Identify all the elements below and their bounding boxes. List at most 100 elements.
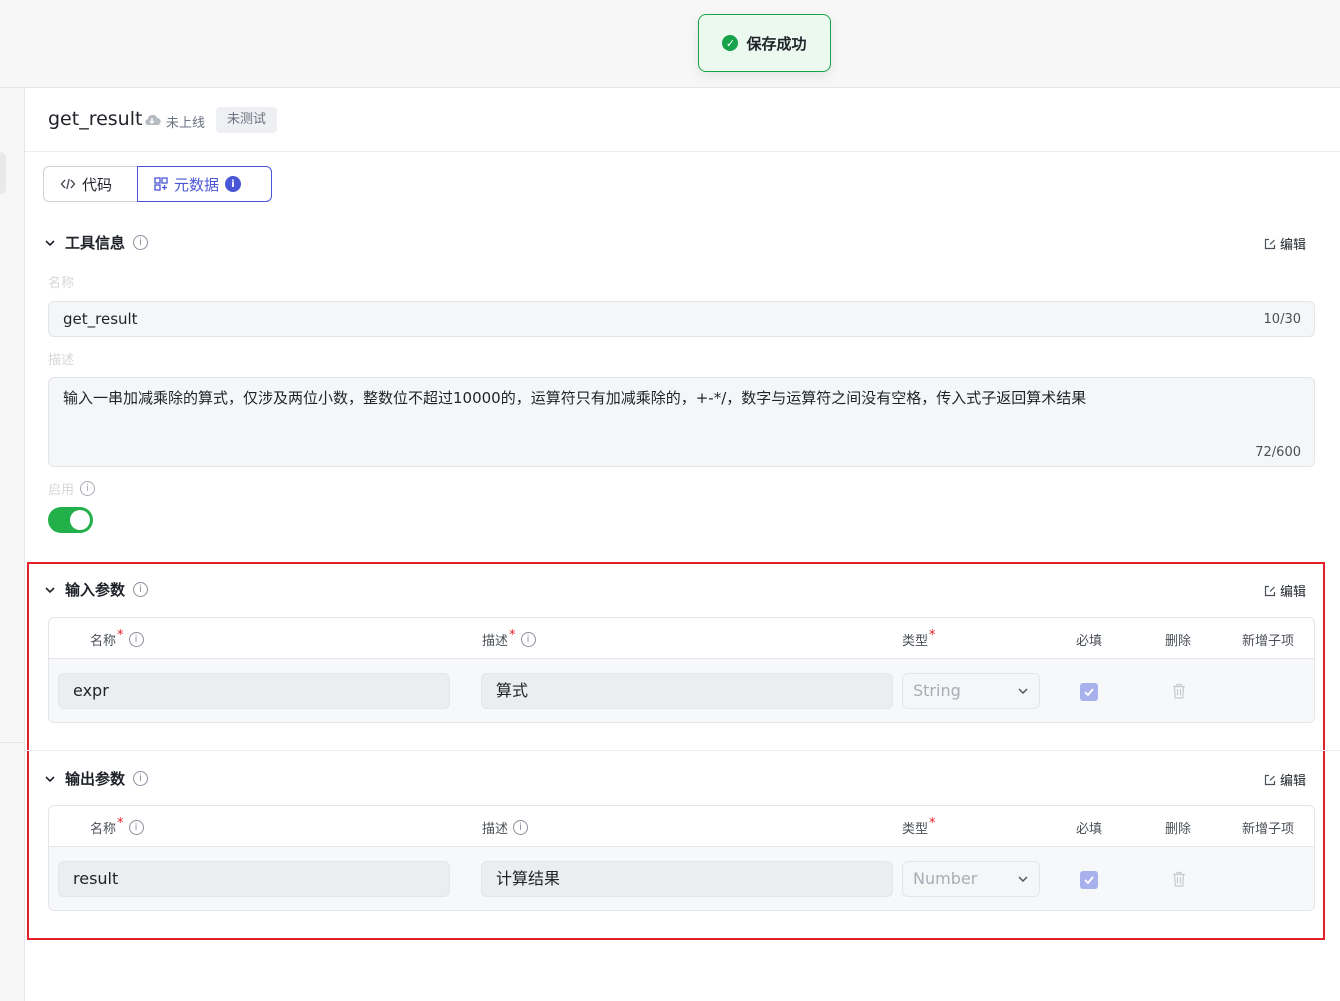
table-header: 名称 * i 描述 i 类型 * 必填 删除 新增子项 [49,806,1314,847]
name-char-count: 10/30 [1263,312,1301,327]
enable-toggle[interactable] [48,507,93,533]
name-value: get_result [63,310,138,328]
tab-metadata[interactable]: 元数据 i [137,166,272,202]
section-divider [25,750,1340,751]
edit-input-params-button[interactable]: 编辑 [1264,581,1306,600]
table-header: 名称 * i 描述 * i 类型 * 必填 删除 新增子项 [49,618,1314,659]
required-checkbox[interactable] [1080,871,1098,889]
toast-message: 保存成功 [746,34,807,53]
code-icon [60,178,76,190]
param-type-select[interactable]: String [902,673,1040,709]
info-icon: i [80,481,96,496]
edit-label: 编辑 [1279,585,1306,600]
edit-label: 编辑 [1279,774,1306,789]
success-toast: ✓ 保存成功 [698,14,831,72]
param-desc-input[interactable]: 算式 [481,673,893,709]
col-type-label: 类型 [902,822,929,837]
output-params-header[interactable]: 输出参数 i [43,768,149,789]
input-params-header[interactable]: 输入参数 i [43,579,149,600]
col-name-label: 名称 [90,822,117,837]
param-name-input[interactable]: result [58,861,450,897]
required-mark: * [929,816,936,831]
enable-label-row: 启用 i [48,479,96,498]
edit-tool-info-button[interactable]: 编辑 [1264,234,1306,253]
tool-header: get_result 未上线 未测试 [25,88,1340,152]
chevron-down-icon [1018,876,1028,882]
param-type-value: Number [913,869,978,888]
enable-label: 启用 [48,483,75,498]
edit-output-params-button[interactable]: 编辑 [1264,770,1306,789]
chevron-down-icon[interactable] [43,772,57,786]
required-mark: * [929,628,936,643]
col-desc: 描述 * i [482,628,536,649]
input-params-title: 输入参数 [65,581,126,599]
required-mark: * [117,816,124,831]
desc-label: 描述 [48,353,75,368]
tool-name: get_result [48,108,143,130]
test-status-tag: 未测试 [216,107,278,133]
col-add-child: 新增子项 [1242,822,1295,837]
table-row: result 计算结果 Number [49,847,1314,910]
top-bar [0,0,1340,88]
col-type-label: 类型 [902,634,929,649]
output-params-title: 输出参数 [65,770,126,788]
desc-char-count: 72/600 [1255,445,1301,460]
input-params-table: 名称 * i 描述 * i 类型 * 必填 删除 新增子项 expr 算式 String [48,617,1315,723]
required-mark: * [117,628,124,643]
col-desc: 描述 i [482,818,529,837]
output-params-table: 名称 * i 描述 i 类型 * 必填 删除 新增子项 result 计算结果 Numb… [48,805,1315,911]
tab-code-label: 代码 [82,175,113,194]
sidebar-nub[interactable] [0,152,6,194]
trash-icon[interactable] [1172,871,1186,887]
col-delete: 删除 [1165,634,1192,649]
tab-bar: 代码 元数据 i [43,166,272,202]
online-status: 未上线 [166,116,206,131]
tool-info-title: 工具信息 [65,234,126,252]
required-checkbox[interactable] [1080,683,1098,701]
edit-label: 编辑 [1279,238,1306,253]
tab-code[interactable]: 代码 [43,166,137,202]
check-icon [1084,876,1094,885]
info-icon: i [133,235,149,250]
tool-info-header[interactable]: 工具信息 i [43,232,149,253]
col-required: 必填 [1076,822,1103,837]
info-icon: i [128,632,144,647]
col-delete: 删除 [1165,822,1192,837]
name-field[interactable]: get_result 10/30 [48,301,1315,337]
col-name-label: 名称 [90,634,117,649]
toggle-knob [70,510,90,530]
info-icon: i [128,820,144,835]
param-name-input[interactable]: expr [58,673,450,709]
name-label: 名称 [48,276,75,291]
info-icon: i [133,582,149,597]
edit-icon [1264,585,1276,596]
edit-icon [1264,238,1276,249]
edit-icon [1264,774,1276,785]
chevron-down-icon[interactable] [43,236,57,250]
param-type-value: String [913,681,961,700]
param-type-select[interactable]: Number [902,861,1040,897]
desc-field[interactable]: 输入一串加减乘除的算式，仅涉及两位小数，整数位不超过10000的，运算符只有加减… [48,377,1315,467]
tab-metadata-label: 元数据 [174,175,220,194]
trash-icon[interactable] [1172,683,1186,699]
col-desc-label: 描述 [482,822,509,837]
param-desc-input[interactable]: 计算结果 [481,861,893,897]
col-type: 类型 * [902,816,936,837]
col-name: 名称 * i [90,816,144,837]
cloud-icon [145,114,161,126]
grid-icon [154,177,168,191]
col-type: 类型 * [902,628,936,649]
chevron-down-icon[interactable] [43,583,57,597]
col-desc-label: 描述 [482,634,509,649]
check-circle-icon: ✓ [722,35,739,51]
info-icon: i [513,820,529,835]
desc-value: 输入一串加减乘除的算式，仅涉及两位小数，整数位不超过10000的，运算符只有加减… [63,389,1087,407]
col-name: 名称 * i [90,628,144,649]
info-icon: i [133,771,149,786]
chevron-down-icon [1018,688,1028,694]
left-sidebar [0,88,25,1001]
col-required: 必填 [1076,634,1103,649]
info-badge-icon: i [225,176,242,192]
col-add-child: 新增子项 [1242,634,1295,649]
check-icon [1084,688,1094,697]
